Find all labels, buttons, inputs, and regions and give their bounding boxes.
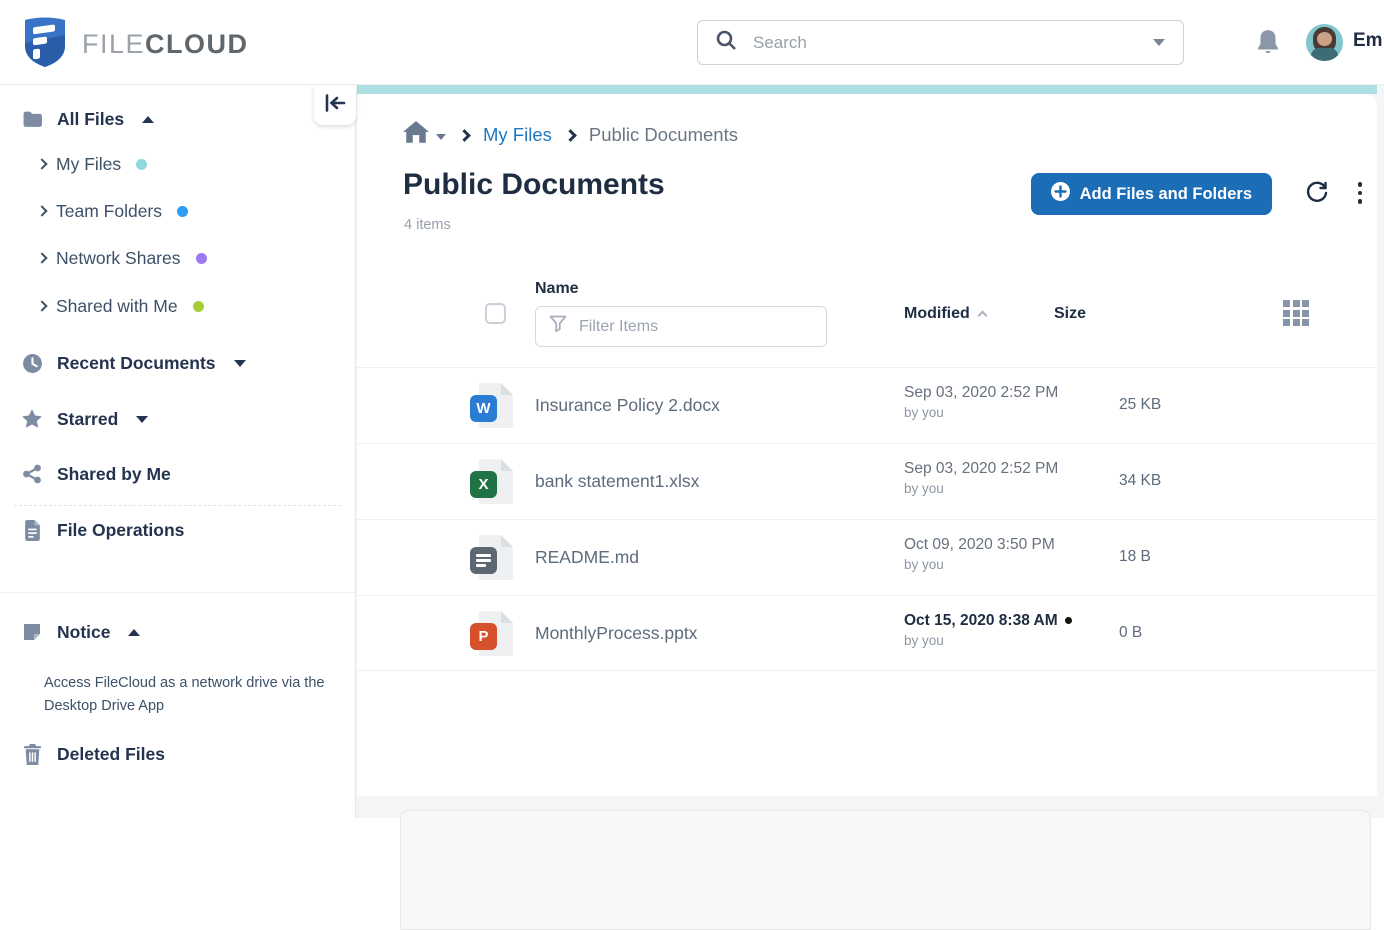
search-input[interactable] xyxy=(753,33,1137,53)
more-options-button[interactable] xyxy=(1351,179,1369,207)
notice-icon xyxy=(21,621,43,643)
chevron-right-icon[interactable] xyxy=(36,158,47,169)
search-scope-caret-icon[interactable] xyxy=(1153,39,1165,46)
powerpoint-file-icon: P xyxy=(470,611,514,657)
refresh-button[interactable] xyxy=(1303,179,1331,207)
file-row-monthly-process[interactable]: P MonthlyProcess.pptx Oct 15, 2020 8:38 … xyxy=(357,595,1377,671)
sidebar-item-all-files[interactable]: All Files xyxy=(21,105,154,133)
file-modified: Sep 03, 2020 2:52 PM by you xyxy=(904,384,1058,420)
notice-text: Access FileCloud as a network drive via … xyxy=(44,672,336,718)
sidebar-item-starred[interactable]: Starred xyxy=(21,405,148,433)
sidebar-divider xyxy=(0,592,355,593)
file-size: 25 KB xyxy=(1119,396,1161,414)
sidebar-collapse-button[interactable] xyxy=(314,85,356,125)
markdown-file-icon xyxy=(470,535,514,581)
sidebar-item-deleted-files[interactable]: Deleted Files xyxy=(21,740,165,768)
top-header: FILECLOUD Em xyxy=(0,0,1384,85)
user-avatar[interactable] xyxy=(1306,24,1343,61)
search-icon xyxy=(716,30,737,56)
breadcrumb-separator-icon xyxy=(564,129,577,142)
network-shares-status-dot xyxy=(196,253,207,264)
filecloud-logo[interactable]: FILECLOUD xyxy=(22,16,249,73)
file-size: 18 B xyxy=(1119,548,1151,566)
chevron-right-icon[interactable] xyxy=(36,205,47,216)
chevron-right-icon[interactable] xyxy=(36,252,47,263)
file-modified: Sep 03, 2020 2:52 PM by you xyxy=(904,460,1058,496)
column-header-name[interactable]: Name xyxy=(535,280,579,298)
file-explorer-panel: My Files Public Documents Public Documen… xyxy=(357,94,1377,796)
sidebar-item-network-shares[interactable]: Network Shares xyxy=(38,244,207,272)
collapse-caret-icon[interactable] xyxy=(128,629,140,636)
star-icon xyxy=(21,408,43,430)
folder-icon xyxy=(21,108,43,130)
file-modified: Oct 15, 2020 8:38 AM by you xyxy=(904,612,1072,648)
breadcrumb-my-files[interactable]: My Files xyxy=(483,124,552,146)
breadcrumb-separator-icon xyxy=(458,129,471,142)
user-name[interactable]: Em xyxy=(1353,30,1383,52)
file-name[interactable]: MonthlyProcess.pptx xyxy=(535,623,697,644)
chevron-right-icon[interactable] xyxy=(36,300,47,311)
expand-caret-icon[interactable] xyxy=(136,416,148,423)
file-name[interactable]: Insurance Policy 2.docx xyxy=(535,395,720,416)
sidebar-item-shared-by-me[interactable]: Shared by Me xyxy=(21,460,171,488)
main-area: My Files Public Documents Public Documen… xyxy=(356,85,1384,818)
column-header-size[interactable]: Size xyxy=(1054,305,1086,323)
file-row-readme[interactable]: README.md Oct 09, 2020 3:50 PM by you 18… xyxy=(357,519,1377,595)
file-size: 0 B xyxy=(1119,624,1142,642)
notifications-bell-icon[interactable] xyxy=(1255,28,1281,56)
sidebar: All Files My Files Team Folders Network … xyxy=(0,85,356,818)
home-caret-icon[interactable] xyxy=(436,134,446,140)
my-files-status-dot xyxy=(136,159,147,170)
collapse-sidebar-icon xyxy=(324,94,346,117)
file-row-bank-statement[interactable]: X bank statement1.xlsx Sep 03, 2020 2:52… xyxy=(357,443,1377,519)
sidebar-item-file-operations[interactable]: File Operations xyxy=(21,516,184,544)
add-files-button[interactable]: Add Files and Folders xyxy=(1031,173,1272,215)
team-folders-status-dot xyxy=(177,206,188,217)
sidebar-item-recent-documents[interactable]: Recent Documents xyxy=(21,349,246,377)
filter-items-box xyxy=(535,306,827,347)
filecloud-wordmark: FILECLOUD xyxy=(82,29,249,60)
global-search xyxy=(697,20,1184,65)
file-name[interactable]: README.md xyxy=(535,547,639,568)
bottom-panel xyxy=(400,810,1371,930)
sort-ascending-icon xyxy=(977,311,987,321)
item-count: 4 items xyxy=(404,217,451,233)
recent-change-dot xyxy=(1065,617,1072,624)
collapse-caret-icon[interactable] xyxy=(142,116,154,123)
file-modified: Oct 09, 2020 3:50 PM by you xyxy=(904,536,1055,572)
home-icon xyxy=(403,121,429,150)
file-list: W Insurance Policy 2.docx Sep 03, 2020 2… xyxy=(357,367,1377,671)
file-size: 34 KB xyxy=(1119,472,1161,490)
clock-icon xyxy=(21,352,43,374)
word-file-icon: W xyxy=(470,383,514,429)
sidebar-item-shared-with-me[interactable]: Shared with Me xyxy=(38,292,204,320)
column-header-modified[interactable]: Modified xyxy=(904,305,986,323)
file-row-insurance-policy[interactable]: W Insurance Policy 2.docx Sep 03, 2020 2… xyxy=(357,367,1377,443)
sidebar-item-team-folders[interactable]: Team Folders xyxy=(38,197,188,225)
plus-circle-icon xyxy=(1051,182,1070,206)
page-title: Public Documents xyxy=(403,168,665,202)
sidebar-item-my-files[interactable]: My Files xyxy=(38,150,147,178)
select-all-checkbox[interactable] xyxy=(485,303,506,324)
grid-view-toggle-icon[interactable] xyxy=(1283,300,1310,327)
breadcrumb: My Files Public Documents xyxy=(403,122,738,148)
share-icon xyxy=(21,463,43,485)
expand-caret-icon[interactable] xyxy=(234,360,246,367)
shared-with-me-status-dot xyxy=(193,301,204,312)
filter-items-input[interactable] xyxy=(579,318,813,336)
filecloud-shield-icon xyxy=(22,16,68,73)
sidebar-item-notice[interactable]: Notice xyxy=(21,618,140,646)
sidebar-divider xyxy=(14,505,341,506)
breadcrumb-home[interactable] xyxy=(403,121,446,150)
trash-icon xyxy=(21,743,43,765)
file-operations-icon xyxy=(21,519,43,541)
content-top-accent-bar xyxy=(357,85,1377,94)
breadcrumb-current: Public Documents xyxy=(589,124,738,146)
excel-file-icon: X xyxy=(470,459,514,505)
filter-funnel-icon xyxy=(549,315,567,338)
sidebar-item-label: All Files xyxy=(57,109,124,130)
file-name[interactable]: bank statement1.xlsx xyxy=(535,471,699,492)
add-files-button-label: Add Files and Folders xyxy=(1080,185,1252,204)
